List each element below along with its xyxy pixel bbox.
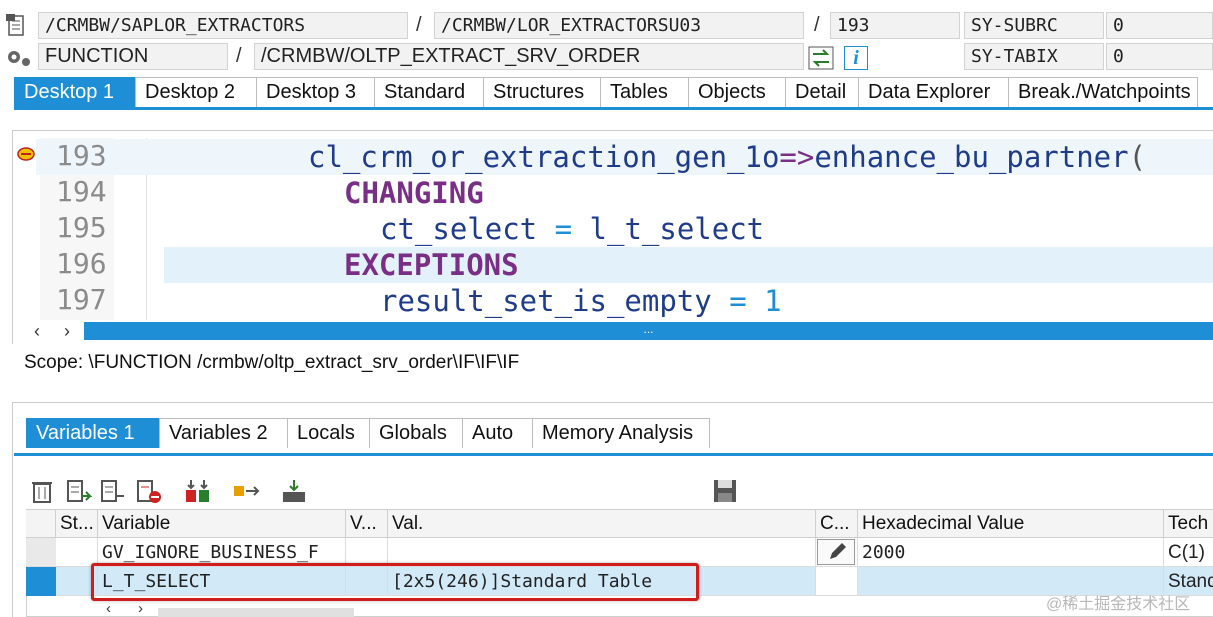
row-selector[interactable] xyxy=(26,538,56,567)
tab-variables-2[interactable]: Variables 2 xyxy=(159,418,288,448)
line-field[interactable]: 193 xyxy=(830,12,960,39)
code-line[interactable]: result_set_is_empty = 1 xyxy=(146,283,1213,319)
column-header-variable[interactable]: Variable xyxy=(98,510,346,538)
tab-data-explorer[interactable]: Data Explorer xyxy=(858,77,1009,107)
line-number: 195 xyxy=(56,211,107,244)
tab-structures[interactable]: Structures xyxy=(483,77,601,107)
delete-line-icon[interactable] xyxy=(136,478,164,506)
tab-standard[interactable]: Standard xyxy=(374,77,484,107)
scroll-left-icon[interactable]: ‹ xyxy=(26,320,48,342)
current-line-marker-icon xyxy=(17,146,35,162)
scroll-thumb[interactable]: ... xyxy=(84,322,1213,340)
sy-subrc-label: SY-SUBRC xyxy=(964,12,1104,39)
code-line[interactable]: cl_crm_or_extraction_gen_1o=>enhance_bu_… xyxy=(146,139,1213,175)
tab-memory-analysis[interactable]: Memory Analysis xyxy=(532,418,710,448)
row-selector-active[interactable] xyxy=(26,567,56,596)
tab-variables-1[interactable]: Variables 1 xyxy=(26,418,160,448)
delete-icon[interactable] xyxy=(30,478,58,506)
load-icon[interactable] xyxy=(280,478,308,506)
separator: / xyxy=(416,14,422,36)
highlight-box xyxy=(91,563,699,601)
watermark: @稀土掘金技术社区 xyxy=(1046,596,1191,613)
variable-tab-underline xyxy=(14,453,1213,456)
save-icon[interactable] xyxy=(712,478,740,506)
scope-text: Scope: \FUNCTION /crmbw/oltp_extract_srv… xyxy=(24,352,520,373)
column-header-hex[interactable]: Hexadecimal Value xyxy=(858,510,1164,538)
cell-change[interactable] xyxy=(816,567,858,596)
new-line-icon[interactable] xyxy=(66,478,94,506)
separator: / xyxy=(236,45,242,67)
swap-icon[interactable] xyxy=(808,46,834,70)
grid-scrollbar[interactable]: ‹ › xyxy=(98,600,354,617)
tab-breakpoints[interactable]: Break./Watchpoints xyxy=(1008,77,1198,107)
scroll-right-icon[interactable]: › xyxy=(56,320,78,342)
tab-desktop-2[interactable]: Desktop 2 xyxy=(135,77,257,107)
desktop-tabs: Desktop 1 Desktop 2 Desktop 3 Standard S… xyxy=(14,77,1198,107)
cell-hex[interactable]: 2000 xyxy=(858,538,1164,567)
tab-objects[interactable]: Objects xyxy=(688,77,786,107)
tab-detail[interactable]: Detail xyxy=(785,77,859,107)
program-field[interactable]: /CRMBW/SAPLOR_EXTRACTORS xyxy=(38,12,408,39)
column-header-status[interactable]: St... xyxy=(56,510,98,538)
cell-tech: C(1) xyxy=(1164,538,1213,567)
program-icon xyxy=(6,14,28,38)
include-field[interactable]: /CRMBW/LOR_EXTRACTORSU03 xyxy=(434,12,804,39)
pencil-icon[interactable] xyxy=(817,539,855,565)
header-corner xyxy=(26,510,56,538)
code-line[interactable]: EXCEPTIONS xyxy=(146,247,1213,283)
column-header-tech[interactable]: Tech xyxy=(1164,510,1213,538)
scroll-right-icon[interactable]: › xyxy=(138,600,143,617)
compare-icon[interactable] xyxy=(184,478,212,506)
scroll-thumb[interactable] xyxy=(158,608,354,617)
sy-tabix-value[interactable]: 0 xyxy=(1106,43,1213,70)
sy-tabix-label: SY-TABIX xyxy=(964,43,1104,70)
line-number: 197 xyxy=(56,283,107,316)
line-number: 193 xyxy=(56,139,107,172)
code-line[interactable]: ct_select = l_t_select xyxy=(146,211,1213,247)
event-type-field[interactable]: FUNCTION xyxy=(38,43,228,70)
gear-icon xyxy=(4,46,32,68)
tab-tables[interactable]: Tables xyxy=(600,77,689,107)
cell-change[interactable] xyxy=(816,538,858,567)
line-number: 196 xyxy=(56,247,107,280)
scroll-left-icon[interactable]: ‹ xyxy=(106,600,111,617)
separator: / xyxy=(814,14,820,36)
code-line[interactable]: CHANGING xyxy=(146,175,1213,211)
event-name-field[interactable]: /CRMBW/OLTP_EXTRACT_SRV_ORDER xyxy=(254,43,804,70)
tab-locals[interactable]: Locals xyxy=(287,418,370,448)
tab-auto[interactable]: Auto xyxy=(462,418,533,448)
tab-desktop-3[interactable]: Desktop 3 xyxy=(256,77,375,107)
tab-globals[interactable]: Globals xyxy=(369,418,463,448)
info-icon[interactable]: i xyxy=(844,46,868,70)
column-header-change[interactable]: C... xyxy=(816,510,858,538)
move-icon[interactable] xyxy=(232,478,260,506)
variable-tabs: Variables 1 Variables 2 Locals Globals A… xyxy=(26,418,710,448)
column-header-value[interactable]: Val. xyxy=(388,510,816,538)
code-scrollbar[interactable]: ‹ › ... xyxy=(16,320,1213,342)
sy-subrc-value[interactable]: 0 xyxy=(1106,12,1213,39)
line-number: 194 xyxy=(56,175,107,208)
insert-line-icon[interactable] xyxy=(100,478,128,506)
tab-desktop-1[interactable]: Desktop 1 xyxy=(14,77,136,107)
tab-underline xyxy=(14,107,1213,110)
column-header-v[interactable]: V... xyxy=(346,510,388,538)
